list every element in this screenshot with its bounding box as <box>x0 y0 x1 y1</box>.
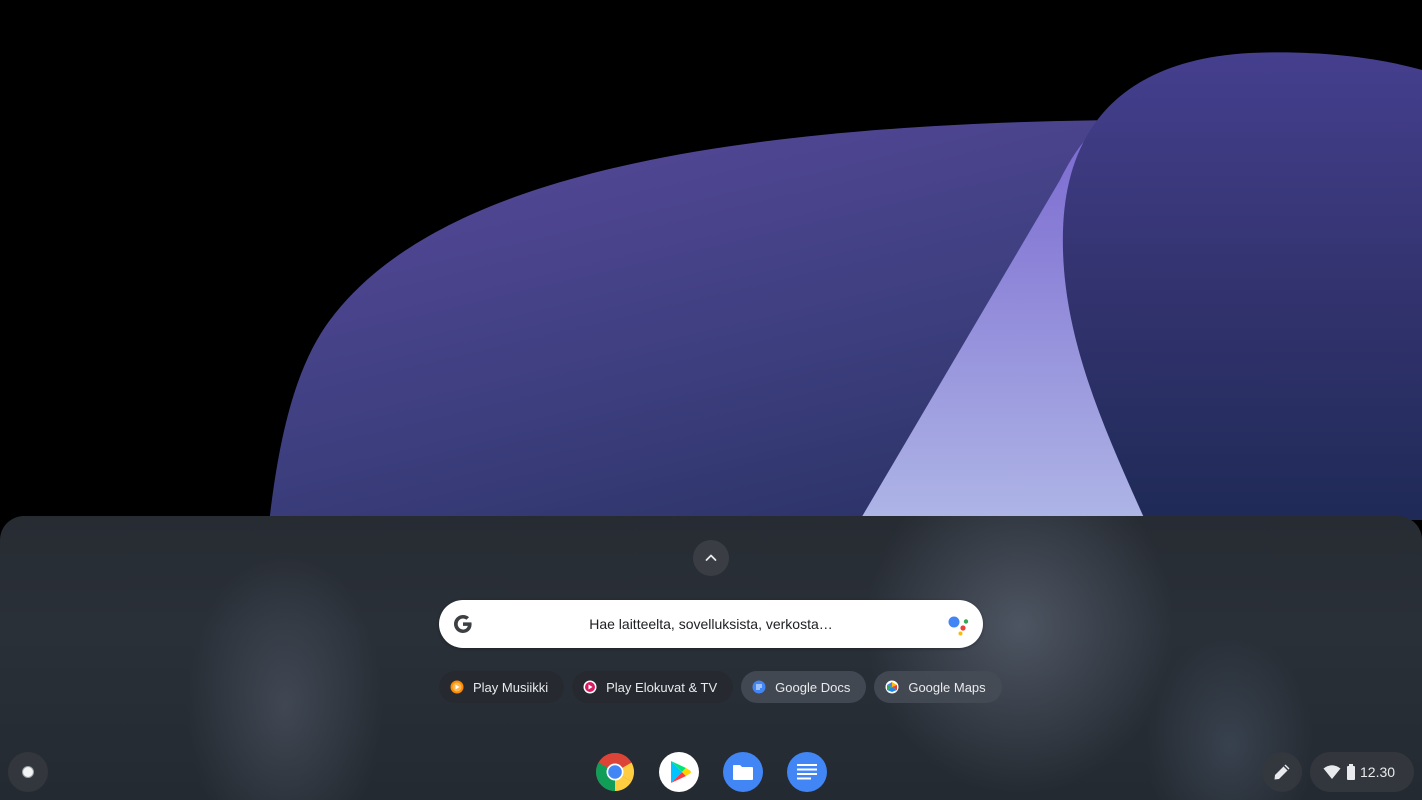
expand-app-list-button[interactable] <box>693 540 729 576</box>
play-music-icon <box>450 680 464 694</box>
shelf: 12.30 <box>0 744 1422 800</box>
suggestion-chip-google-maps[interactable]: Google Maps <box>874 671 1002 703</box>
google-docs-icon <box>787 752 827 792</box>
suggestion-chip-google-docs[interactable]: Google Docs <box>741 671 867 703</box>
suggestion-chip-label: Google Maps <box>908 679 986 695</box>
suggestion-chip-label: Play Elokuvat & TV <box>606 679 718 695</box>
wifi-icon <box>1323 765 1341 779</box>
status-area-button[interactable]: 12.30 <box>1310 752 1414 792</box>
suggestion-chips: Play Musiikki Play Elokuvat & TV Google … <box>439 671 1002 705</box>
suggestion-chip-label: Google Docs <box>775 679 851 695</box>
play-store-icon <box>659 752 699 792</box>
chromeos-desktop: Play Musiikki Play Elokuvat & TV Google … <box>0 0 1422 800</box>
stylus-pen-icon <box>1274 764 1290 780</box>
suggestion-chip-play-music[interactable]: Play Musiikki <box>439 671 565 703</box>
stylus-tools-button[interactable] <box>1262 752 1302 792</box>
clock: 12.30 <box>1360 764 1396 780</box>
chrome-icon <box>596 753 634 791</box>
search-input[interactable] <box>487 600 935 648</box>
google-g-icon <box>454 615 472 633</box>
google-docs-icon <box>752 680 766 694</box>
battery-icon <box>1347 764 1355 780</box>
suggestion-chip-play-movies[interactable]: Play Elokuvat & TV <box>572 671 734 703</box>
suggestion-chip-label: Play Musiikki <box>473 679 549 695</box>
shelf-app-chrome[interactable] <box>595 752 635 792</box>
launcher-circle-icon <box>22 766 34 778</box>
google-maps-icon <box>885 680 899 694</box>
play-movies-icon <box>583 680 597 694</box>
search-box[interactable] <box>439 600 983 648</box>
shelf-app-docs[interactable] <box>787 752 827 792</box>
chevron-up-icon <box>705 554 717 561</box>
launcher-button[interactable] <box>8 752 48 792</box>
files-icon <box>723 752 763 792</box>
shelf-app-play-store[interactable] <box>659 752 699 792</box>
google-assistant-icon[interactable] <box>947 614 971 636</box>
shelf-app-files[interactable] <box>723 752 763 792</box>
